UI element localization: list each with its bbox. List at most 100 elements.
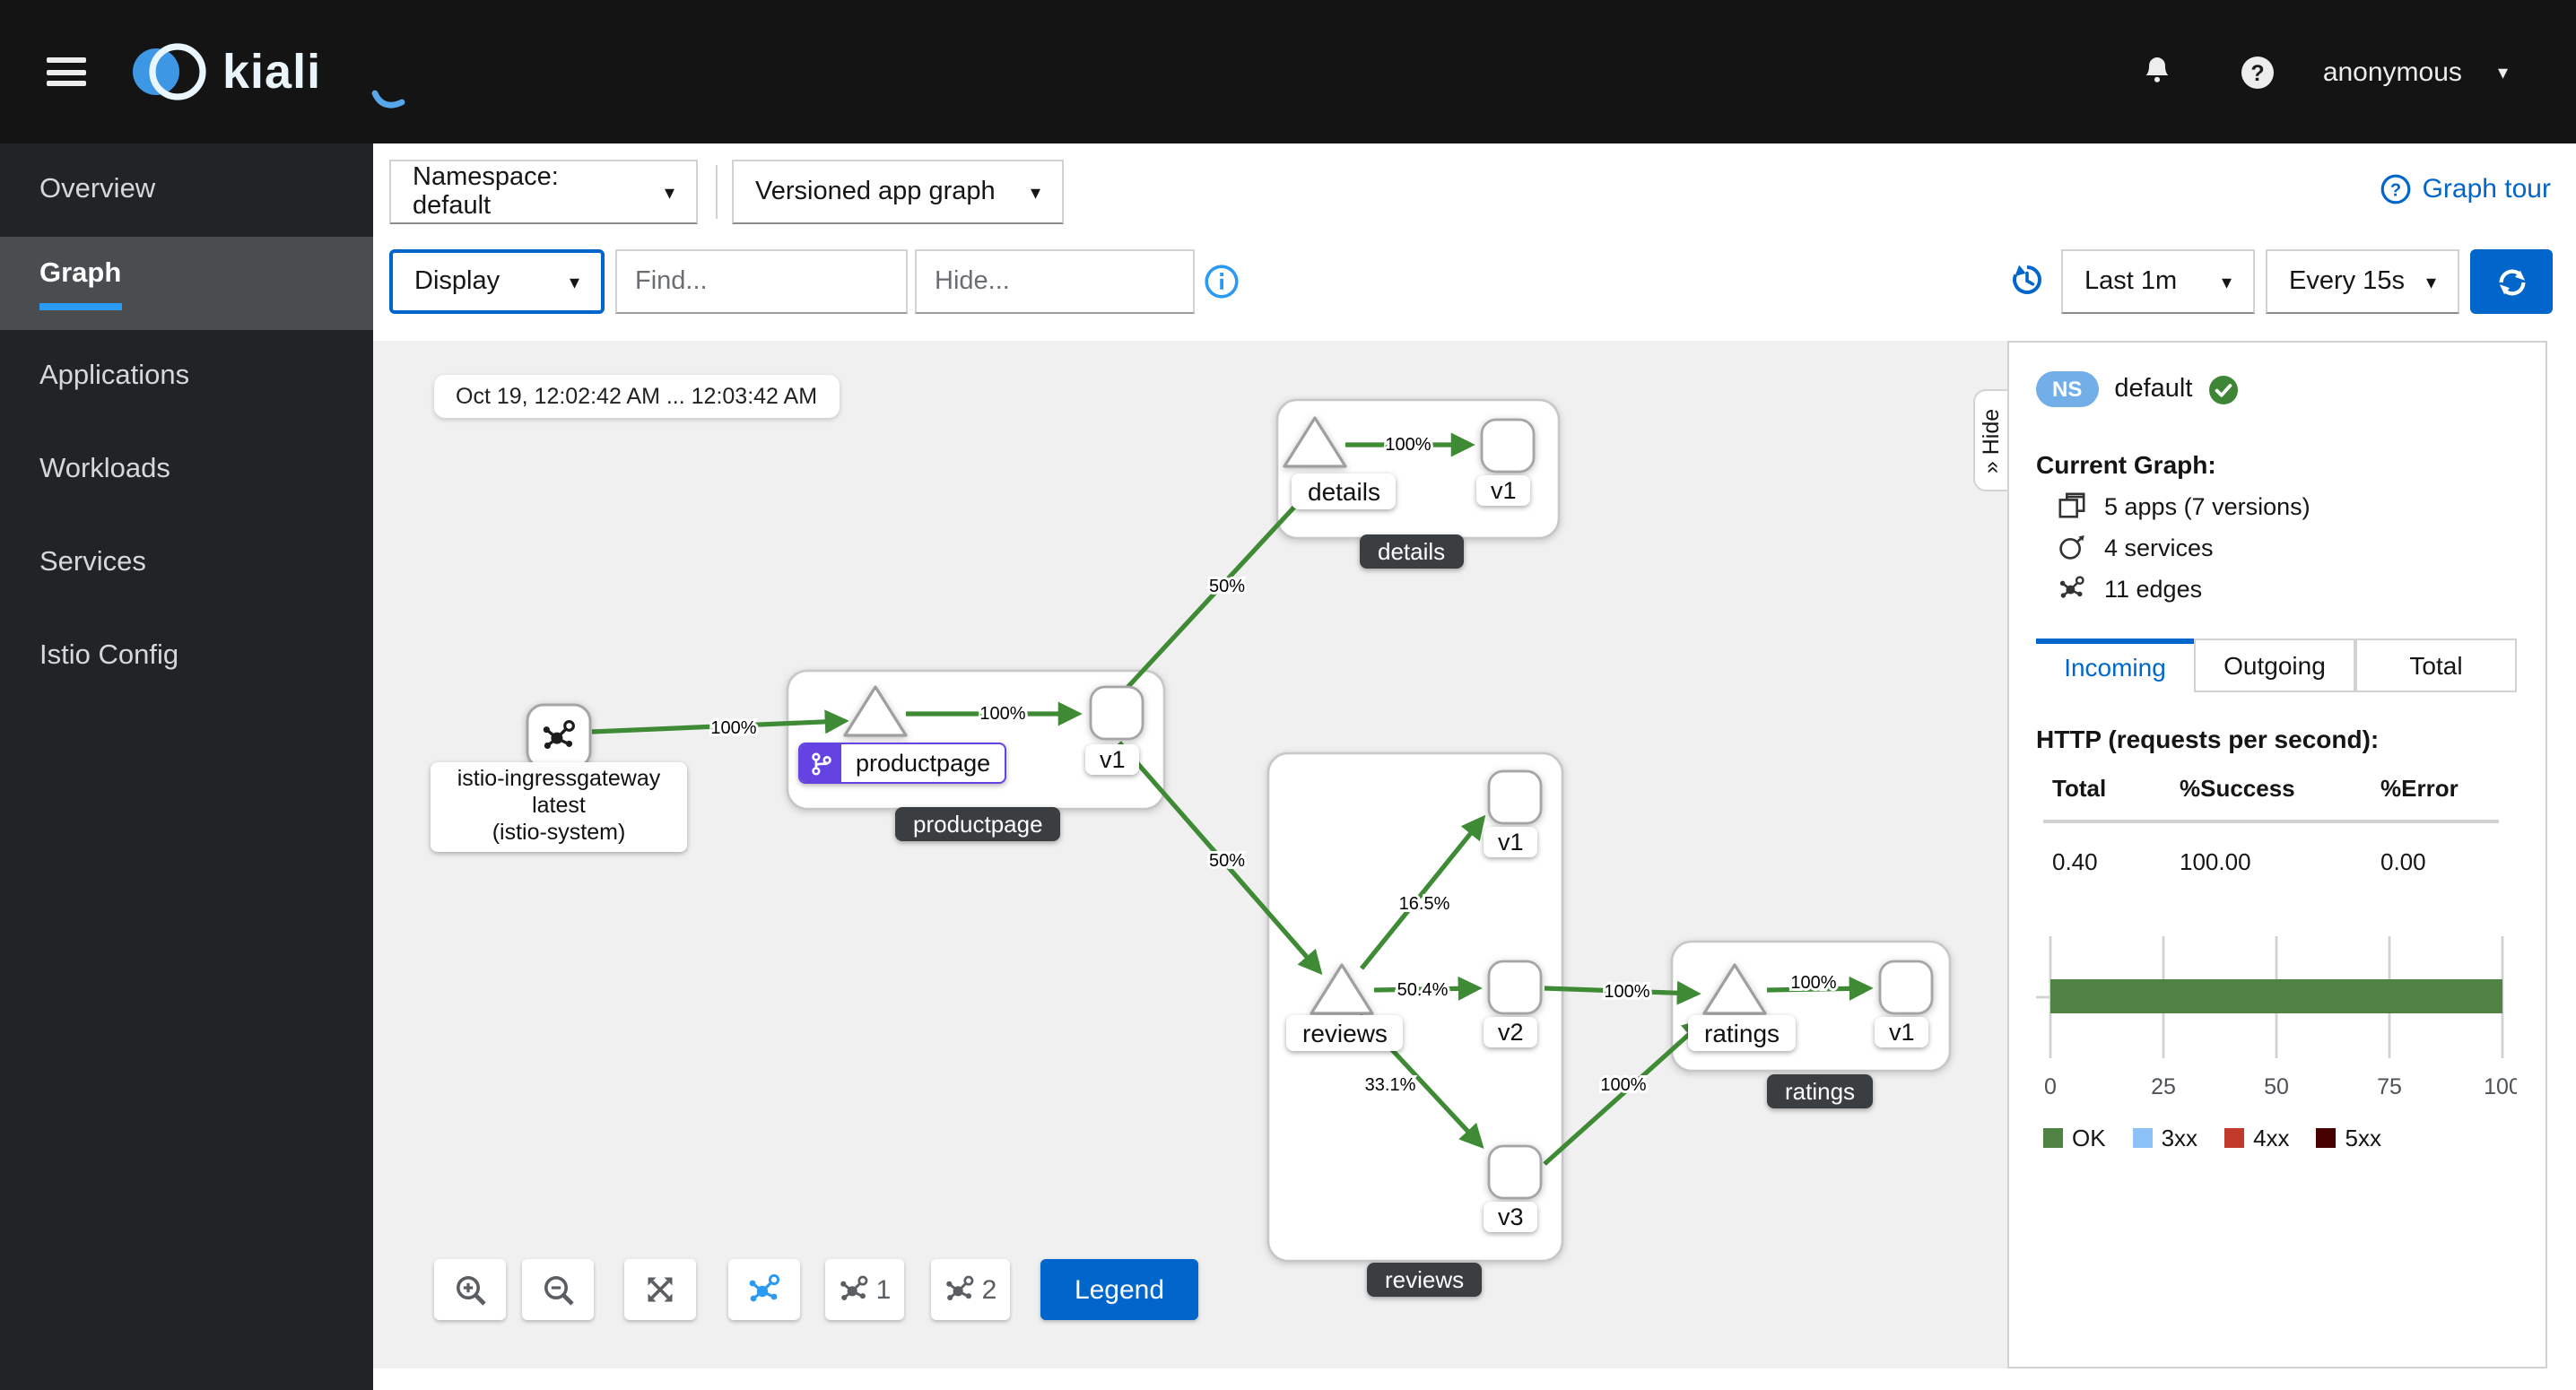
spinner-arc-icon bbox=[371, 90, 405, 109]
productpage-group-badge: productpage bbox=[895, 807, 1061, 841]
header-total: Total bbox=[2052, 775, 2107, 802]
user-menu-label[interactable]: anonymous bbox=[2323, 56, 2462, 87]
productpage-app-name: productpage bbox=[856, 750, 991, 777]
chart-bar-ok bbox=[2050, 979, 2502, 1013]
svg-text:0: 0 bbox=[2044, 1074, 2057, 1099]
value-total: 0.40 bbox=[2052, 848, 2098, 875]
time-range-history-icon[interactable] bbox=[2009, 262, 2045, 298]
refresh-interval-dropdown[interactable]: Every 15s ▾ bbox=[2266, 249, 2459, 314]
topology-svg: 100% 100% 50% 100% 50% 16.5% 50.4% 33.1%… bbox=[526, 398, 1952, 1263]
display-dropdown-label: Display bbox=[414, 267, 500, 296]
kiali-logo-icon bbox=[133, 43, 206, 100]
edges-icon bbox=[2058, 576, 2084, 599]
sync-icon bbox=[2498, 268, 2525, 295]
time-range-dropdown[interactable]: Last 1m ▾ bbox=[2061, 249, 2255, 314]
productpage-app-label[interactable]: productpage bbox=[798, 743, 1007, 784]
sidebar-item-overview[interactable]: Overview bbox=[0, 143, 373, 237]
svg-text:100%: 100% bbox=[710, 718, 756, 738]
help-icon[interactable]: ? bbox=[2239, 53, 2276, 91]
svg-text:50%: 50% bbox=[1209, 851, 1245, 871]
tab-outgoing[interactable]: Outgoing bbox=[2194, 639, 2355, 692]
node-reviews-v1[interactable] bbox=[1487, 769, 1543, 825]
panel-hide-label: » Hide bbox=[1979, 407, 2005, 473]
details-app-label[interactable]: details bbox=[1292, 473, 1397, 509]
legend-swatch-3xx bbox=[2132, 1128, 2153, 1148]
node-reviews-v3[interactable] bbox=[1487, 1144, 1543, 1200]
find-input[interactable] bbox=[615, 249, 908, 314]
graph-tour-link[interactable]: ? Graph tour bbox=[2381, 174, 2551, 204]
namespace-dropdown[interactable]: Namespace: default ▾ bbox=[389, 160, 698, 224]
svg-text:16.5%: 16.5% bbox=[1399, 894, 1450, 914]
legend-item-3xx: 3xx bbox=[2132, 1125, 2197, 1151]
ingressgateway-namespace: (istio-system) bbox=[492, 820, 626, 845]
hide-input[interactable] bbox=[915, 249, 1195, 314]
nav-toggle-icon[interactable] bbox=[47, 57, 86, 86]
namespace-badge: NS bbox=[2036, 371, 2099, 407]
stat-services: 4 services bbox=[2058, 533, 2517, 561]
ratings-group-badge: ratings bbox=[1767, 1074, 1874, 1108]
namespace-health-check-icon bbox=[2209, 375, 2239, 404]
value-success: 100.00 bbox=[2180, 848, 2251, 875]
find-hide-info-icon[interactable] bbox=[1204, 264, 1240, 300]
sidebar-item-applications[interactable]: Applications bbox=[0, 330, 373, 423]
node-ratings-v1[interactable] bbox=[1878, 960, 1934, 1015]
stat-apps-label: 5 apps (7 versions) bbox=[2104, 492, 2311, 519]
layout-default-button[interactable] bbox=[728, 1259, 800, 1320]
caret-down-icon: ▾ bbox=[2221, 272, 2232, 293]
sidebar-item-istio-config[interactable]: Istio Config bbox=[0, 610, 373, 703]
legend-button[interactable]: Legend bbox=[1040, 1259, 1198, 1320]
value-error: 0.00 bbox=[2380, 848, 2426, 875]
graph-canvas[interactable]: 100% 100% 50% 100% 50% 16.5% 50.4% 33.1%… bbox=[373, 341, 2007, 1368]
svg-text:25: 25 bbox=[2151, 1074, 2176, 1099]
namespace-name[interactable]: default bbox=[2114, 375, 2192, 404]
display-dropdown[interactable]: Display ▾ bbox=[389, 249, 605, 314]
svg-text:50: 50 bbox=[2264, 1074, 2289, 1099]
caret-down-icon: ▾ bbox=[569, 272, 579, 293]
reviews-v2-label: v2 bbox=[1484, 1017, 1538, 1047]
notifications-bell-icon[interactable] bbox=[2140, 54, 2174, 90]
caret-down-icon: ▾ bbox=[1030, 182, 1040, 204]
svg-text:50%: 50% bbox=[1209, 577, 1245, 596]
node-reviews-v2[interactable] bbox=[1487, 960, 1543, 1015]
legend-label-4xx: 4xx bbox=[2253, 1125, 2290, 1151]
zoom-in-button[interactable] bbox=[434, 1259, 506, 1320]
legend-item-ok: OK bbox=[2043, 1125, 2106, 1151]
ratings-app-label[interactable]: ratings bbox=[1688, 1015, 1797, 1051]
tab-incoming[interactable]: Incoming bbox=[2036, 639, 2194, 692]
svg-text:33.1%: 33.1% bbox=[1365, 1075, 1416, 1095]
svg-text:?: ? bbox=[2250, 60, 2264, 85]
http-metrics-table: Total %Success %Error 0.40 100.00 0.00 bbox=[2036, 775, 2517, 875]
panel-hide-tab[interactable]: » Hide bbox=[1973, 389, 2007, 491]
stat-edges-label: 11 edges bbox=[2104, 575, 2203, 602]
graph-type-dropdown[interactable]: Versioned app graph ▾ bbox=[732, 160, 1064, 224]
layout-1-button[interactable]: 1 bbox=[825, 1259, 904, 1320]
node-productpage-v1[interactable] bbox=[1089, 685, 1144, 741]
layout-2-button[interactable]: 2 bbox=[931, 1259, 1010, 1320]
node-details-v1[interactable] bbox=[1480, 418, 1536, 473]
zoom-out-button[interactable] bbox=[522, 1259, 594, 1320]
user-menu-caret-icon[interactable]: ▾ bbox=[2498, 60, 2508, 83]
svg-text:100%: 100% bbox=[1604, 982, 1649, 1002]
active-underline bbox=[39, 302, 122, 309]
legend-item-5xx: 5xx bbox=[2316, 1125, 2381, 1151]
svg-text:100%: 100% bbox=[1385, 435, 1431, 455]
legend-item-4xx: 4xx bbox=[2224, 1125, 2290, 1151]
sidebar-item-services[interactable]: Services bbox=[0, 517, 373, 610]
sidebar-item-workloads[interactable]: Workloads bbox=[0, 423, 373, 517]
chart-x-ticks: 0 25 50 75 100 bbox=[2044, 1074, 2521, 1099]
refresh-button[interactable] bbox=[2470, 249, 2553, 314]
sidebar-item-label: Workloads bbox=[39, 454, 170, 484]
tab-total[interactable]: Total bbox=[2355, 639, 2517, 692]
question-circle-icon: ? bbox=[2381, 174, 2411, 204]
sidebar-item-label: Services bbox=[39, 547, 146, 578]
ingressgateway-label[interactable]: istio-ingressgateway latest (istio-syste… bbox=[431, 762, 687, 852]
sidebar-item-label: Overview bbox=[39, 174, 156, 204]
graph-toolbar: Namespace: default ▾ Versioned app graph ▾… bbox=[373, 143, 2576, 341]
sidebar-item-graph[interactable]: Graph bbox=[0, 237, 373, 330]
stat-edges: 11 edges bbox=[2058, 574, 2517, 603]
reviews-app-label[interactable]: reviews bbox=[1286, 1015, 1404, 1051]
fit-to-screen-button[interactable] bbox=[624, 1259, 696, 1320]
app-branch-icon bbox=[800, 744, 841, 782]
kiali-app: kiali ? anonymous ▾ Overview Graph Appli… bbox=[0, 0, 2576, 1390]
ratings-v1-label: v1 bbox=[1875, 1017, 1929, 1047]
